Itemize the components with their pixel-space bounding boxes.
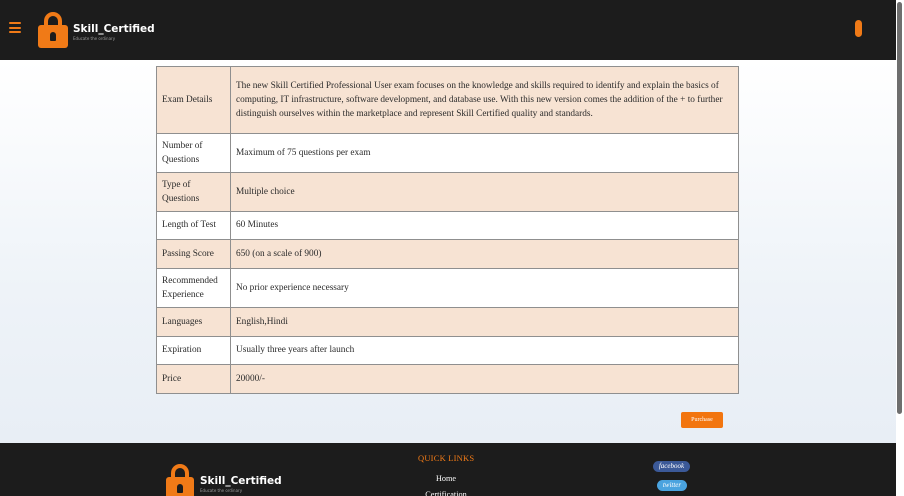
table-row: Exam Details The new Skill Certified Pro… xyxy=(156,66,739,134)
scrollbar-thumb[interactable] xyxy=(897,2,902,414)
row-value: The new Skill Certified Professional Use… xyxy=(230,66,739,134)
twitter-link[interactable]: twitter xyxy=(657,480,687,491)
top-navbar: Skill_Certified Educate the ordinary xyxy=(0,0,904,60)
padlock-logo-icon xyxy=(38,12,68,48)
row-label: Number of Questions xyxy=(156,133,231,173)
facebook-link[interactable]: facebook xyxy=(653,461,690,472)
row-value: 650 (on a scale of 900) xyxy=(230,239,739,269)
row-value: 20000/- xyxy=(230,364,739,394)
table-row: Length of Test 60 Minutes xyxy=(156,211,739,240)
row-value: 60 Minutes xyxy=(230,211,739,240)
row-label: Expiration xyxy=(156,336,231,365)
row-value: No prior experience necessary xyxy=(230,268,739,308)
page-scrollbar[interactable] xyxy=(896,0,904,496)
row-label: Recommended Experience xyxy=(156,268,231,308)
brand-logo[interactable]: Skill_Certified Educate the ordinary xyxy=(38,12,155,48)
table-row: Price 20000/- xyxy=(156,364,739,394)
footer-brand-tagline: Educate the ordinary xyxy=(200,488,243,493)
row-value: Usually three years after launch xyxy=(230,336,739,365)
row-value: English,Hindi xyxy=(230,307,739,337)
padlock-logo-icon xyxy=(166,464,194,496)
table-row: Number of Questions Maximum of 75 questi… xyxy=(156,133,739,173)
row-label: Price xyxy=(156,364,231,394)
row-label: Exam Details xyxy=(156,66,231,134)
quick-link-certification[interactable]: Certification xyxy=(420,487,472,496)
table-row: Languages English,Hindi xyxy=(156,307,739,337)
user-menu-icon[interactable] xyxy=(855,20,862,37)
quick-link-home[interactable]: Home xyxy=(420,471,472,487)
hamburger-menu-icon[interactable] xyxy=(9,22,21,33)
main-content: Exam Details The new Skill Certified Pro… xyxy=(0,60,896,443)
quick-links-title: QUICK LINKS xyxy=(418,453,475,463)
row-label: Languages xyxy=(156,307,231,337)
row-value: Multiple choice xyxy=(230,172,739,212)
table-row: Type of Questions Multiple choice xyxy=(156,172,739,212)
footer: Skill_Certified Educate the ordinary QUI… xyxy=(0,443,896,496)
brand-name: Skill_Certified xyxy=(73,23,155,35)
row-value: Maximum of 75 questions per exam xyxy=(230,133,739,173)
purchase-button[interactable]: Purchase xyxy=(681,412,723,428)
footer-brand-logo[interactable]: Skill_Certified Educate the ordinary xyxy=(166,464,282,496)
quick-links-list: Home Certification xyxy=(420,471,472,496)
row-label: Type of Questions xyxy=(156,172,231,212)
exam-details-table: Exam Details The new Skill Certified Pro… xyxy=(156,66,739,394)
table-row: Recommended Experience No prior experien… xyxy=(156,268,739,308)
table-row: Passing Score 650 (on a scale of 900) xyxy=(156,239,739,269)
table-row: Expiration Usually three years after lau… xyxy=(156,336,739,365)
row-label: Passing Score xyxy=(156,239,231,269)
row-label: Length of Test xyxy=(156,211,231,240)
brand-tagline: Educate the ordinary xyxy=(73,36,116,41)
footer-brand-name: Skill_Certified xyxy=(200,475,282,487)
